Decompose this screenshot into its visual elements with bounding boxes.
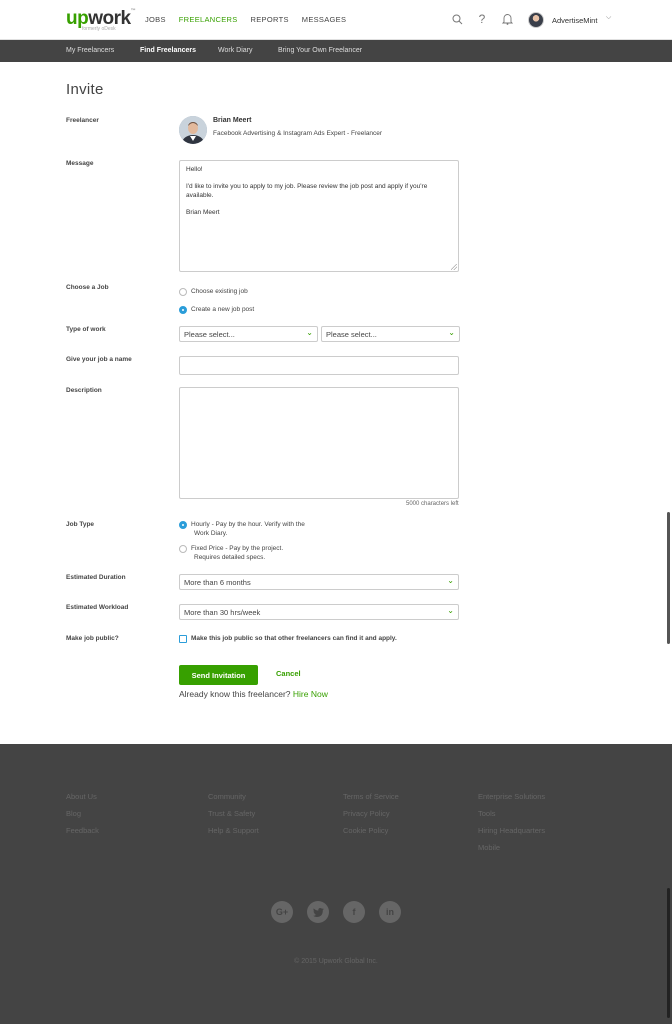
page-scrollbar-thumb-lower[interactable] — [667, 888, 670, 1018]
logo-subtitle: formerly oDesk — [82, 26, 116, 32]
nav-reports[interactable]: REPORTS — [251, 15, 289, 24]
hourly-line-1: Hourly - Pay by the hour. Verify with th… — [191, 521, 305, 528]
duration-value: More than 6 months — [184, 578, 251, 587]
footer-link-help-support[interactable]: Help & Support — [208, 826, 259, 836]
footer-link-about[interactable]: About Us — [66, 792, 99, 802]
radio-fixed-price[interactable] — [179, 545, 187, 553]
already-know-label: Already know this freelancer? — [179, 689, 291, 699]
nav-freelancers[interactable]: FREELANCERS — [179, 15, 238, 24]
footer-link-privacy[interactable]: Privacy Policy — [343, 809, 399, 819]
footer-link-enterprise[interactable]: Enterprise Solutions — [478, 792, 545, 802]
radio-hourly[interactable] — [179, 521, 187, 529]
sub-navbar: My Freelancers Find Freelancers Work Dia… — [0, 40, 672, 62]
fixed-line-2: Requires detailed specs. — [194, 554, 266, 561]
chevron-down-icon: ⌄ — [447, 606, 454, 615]
footer-link-trust-safety[interactable]: Trust & Safety — [208, 809, 259, 819]
subnav-byo-freelancer[interactable]: Bring Your Own Freelancer — [278, 47, 362, 54]
chevron-down-icon: ⌄ — [448, 328, 455, 337]
user-menu-name[interactable]: AdvertiseMint — [552, 16, 597, 25]
message-text: Hello! I'd like to invite you to apply t… — [186, 166, 428, 216]
footer-link-mobile[interactable]: Mobile — [478, 843, 545, 853]
footer-link-cookie[interactable]: Cookie Policy — [343, 826, 399, 836]
user-avatar[interactable] — [528, 12, 544, 28]
help-icon[interactable]: ? — [476, 12, 488, 26]
label-description: Description — [66, 387, 102, 394]
hire-now-link[interactable]: Hire Now — [293, 689, 328, 699]
subnav-find-freelancers[interactable]: Find Freelancers — [140, 47, 196, 54]
label-duration: Estimated Duration — [66, 574, 126, 581]
subnav-work-diary[interactable]: Work Diary — [218, 47, 252, 54]
footer-col-legal: Terms of Service Privacy Policy Cookie P… — [343, 792, 399, 836]
label-make-public: Make job public? — [66, 635, 119, 642]
page-title: Invite — [66, 81, 104, 98]
description-textarea[interactable] — [179, 387, 459, 499]
send-invitation-button[interactable]: Send Invitation — [179, 665, 258, 685]
freelancer-name[interactable]: Brian Meert — [213, 117, 252, 124]
hourly-line-2: Work Diary. — [194, 530, 228, 537]
footer-link-community[interactable]: Community — [208, 792, 259, 802]
nav-messages[interactable]: MESSAGES — [302, 15, 347, 24]
radio-fixed-price-label[interactable]: Fixed Price - Pay by the project. Require… — [191, 544, 283, 562]
radio-existing-job[interactable] — [179, 288, 187, 296]
cancel-button[interactable]: Cancel — [276, 669, 301, 678]
footer-col-solutions: Enterprise Solutions Tools Hiring Headqu… — [478, 792, 545, 853]
resize-grip-icon[interactable] — [451, 264, 457, 270]
chevron-down-icon: ⌄ — [447, 576, 454, 585]
footer-col-community: Community Trust & Safety Help & Support — [208, 792, 259, 836]
job-name-input[interactable] — [179, 356, 459, 375]
facebook-icon[interactable]: f — [343, 901, 365, 923]
freelancer-avatar — [179, 116, 207, 144]
copyright: © 2015 Upwork Global Inc. — [294, 958, 378, 965]
radio-hourly-label[interactable]: Hourly - Pay by the hour. Verify with th… — [191, 520, 305, 538]
invite-form: Invite Freelancer Brian Meert Facebook A… — [0, 62, 672, 744]
label-job-type: Job Type — [66, 521, 95, 528]
label-job-name: Give your job a name — [66, 356, 132, 363]
trademark-mark: ™ — [130, 8, 136, 14]
characters-left: 5000 characters left — [406, 501, 459, 507]
work-category-value: Please select... — [184, 330, 235, 339]
chevron-down-icon: ⌄ — [306, 328, 313, 337]
workload-select[interactable]: More than 30 hrs/week ⌄ — [179, 604, 459, 620]
label-type-of-work: Type of work — [66, 326, 106, 333]
footer-link-tools[interactable]: Tools — [478, 809, 545, 819]
duration-select[interactable]: More than 6 months ⌄ — [179, 574, 459, 590]
twitter-icon[interactable] — [307, 901, 329, 923]
freelancer-title: Facebook Advertising & Instagram Ads Exp… — [213, 130, 383, 137]
main-nav: JOBS FREELANCERS REPORTS MESSAGES — [145, 15, 346, 24]
work-subcategory-value: Please select... — [326, 330, 377, 339]
subnav-my-freelancers[interactable]: My Freelancers — [66, 47, 114, 54]
workload-value: More than 30 hrs/week — [184, 608, 261, 617]
footer-link-blog[interactable]: Blog — [66, 809, 99, 819]
footer: About Us Blog Feedback Community Trust &… — [0, 744, 672, 1024]
google-plus-icon[interactable]: G+ — [271, 901, 293, 923]
make-public-label[interactable]: Make this job public so that other freel… — [191, 635, 397, 642]
page-scrollbar-thumb[interactable] — [667, 512, 670, 644]
radio-new-job[interactable] — [179, 306, 187, 314]
footer-col-company: About Us Blog Feedback — [66, 792, 99, 836]
bell-icon[interactable] — [501, 12, 513, 26]
label-choose-job: Choose a Job — [66, 284, 109, 291]
chevron-down-icon[interactable]: ⌵ — [606, 14, 611, 22]
message-textarea[interactable]: Hello! I'd like to invite you to apply t… — [179, 160, 459, 272]
top-navbar: upwork™ formerly oDesk JOBS FREELANCERS … — [0, 0, 672, 40]
search-icon[interactable] — [451, 12, 463, 26]
linkedin-icon[interactable]: in — [379, 901, 401, 923]
footer-link-terms[interactable]: Terms of Service — [343, 792, 399, 802]
label-freelancer: Freelancer — [66, 117, 99, 124]
nav-icons: ? — [451, 12, 513, 26]
radio-existing-job-label[interactable]: Choose existing job — [191, 287, 248, 296]
make-public-checkbox[interactable] — [179, 635, 187, 643]
label-workload: Estimated Workload — [66, 604, 129, 611]
fixed-line-1: Fixed Price - Pay by the project. — [191, 545, 284, 552]
nav-jobs[interactable]: JOBS — [145, 15, 166, 24]
radio-new-job-label[interactable]: Create a new job post — [191, 305, 254, 314]
work-category-select[interactable]: Please select... ⌄ — [179, 326, 318, 342]
footer-link-feedback[interactable]: Feedback — [66, 826, 99, 836]
already-know-text: Already know this freelancer? Hire Now — [179, 689, 328, 699]
footer-link-hiring-hq[interactable]: Hiring Headquarters — [478, 826, 545, 836]
label-message: Message — [66, 160, 94, 167]
work-subcategory-select[interactable]: Please select... ⌄ — [321, 326, 460, 342]
